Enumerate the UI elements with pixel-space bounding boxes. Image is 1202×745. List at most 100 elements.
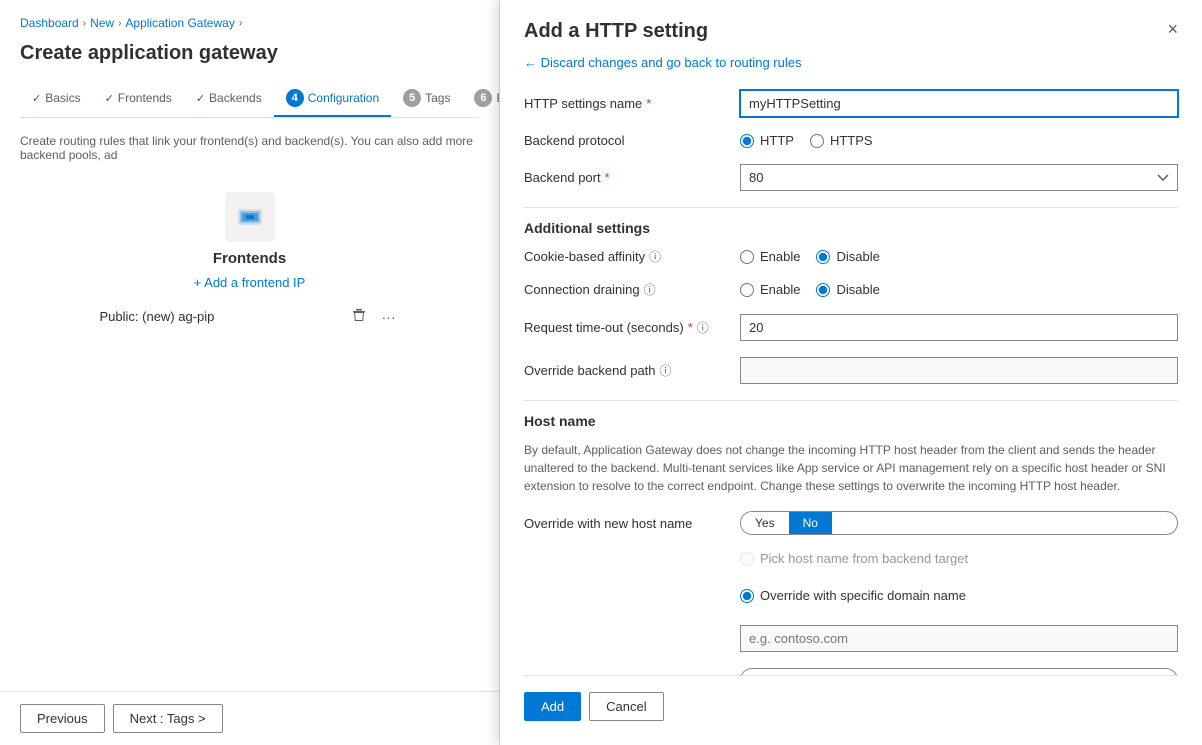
tab-basics-label: Basics xyxy=(45,91,80,105)
host-name-override-row: Pick host name from backend target Overr… xyxy=(524,551,1178,652)
frontends-icon xyxy=(225,192,275,242)
request-timeout-control xyxy=(740,314,1178,341)
cancel-http-setting-button[interactable]: Cancel xyxy=(589,692,663,721)
backend-port-label: Backend port * xyxy=(524,170,724,185)
tab-configuration-label: Configuration xyxy=(308,91,379,105)
tab-configuration[interactable]: 4 Configuration xyxy=(274,81,391,117)
request-timeout-info-icon[interactable]: ⓘ xyxy=(697,319,709,336)
cookie-affinity-info-icon[interactable]: ⓘ xyxy=(649,248,661,265)
backend-protocol-https-radio[interactable] xyxy=(810,134,824,148)
breadcrumb-sep-3: › xyxy=(239,18,242,29)
previous-button[interactable]: Previous xyxy=(20,704,105,733)
connection-draining-enable-label[interactable]: Enable xyxy=(740,282,800,297)
left-panel: Dashboard › New › Application Gateway › … xyxy=(0,0,500,745)
pick-host-name-text: Pick host name from backend target xyxy=(760,551,968,566)
override-specific-domain-radio[interactable] xyxy=(740,589,754,603)
override-host-name-toggle[interactable]: Yes No xyxy=(740,511,1178,535)
backend-protocol-https-label[interactable]: HTTPS xyxy=(810,133,873,148)
connection-draining-disable-radio[interactable] xyxy=(816,283,830,297)
cookie-affinity-disable-label[interactable]: Disable xyxy=(816,249,879,264)
override-specific-domain-label[interactable]: Override with specific domain name xyxy=(740,588,966,603)
cookie-affinity-enable-label[interactable]: Enable xyxy=(740,249,800,264)
breadcrumb-new[interactable]: New xyxy=(90,16,114,30)
page-title: Create application gateway xyxy=(20,42,479,65)
frontend-item-actions: ··· xyxy=(348,306,400,327)
override-backend-path-row: Override backend path ⓘ xyxy=(524,357,1178,384)
check-icon-frontends: ✓ xyxy=(105,92,114,105)
tab-tags-num: 5 xyxy=(403,89,421,107)
override-backend-path-input[interactable] xyxy=(740,357,1178,384)
cookie-affinity-disable-radio[interactable] xyxy=(816,250,830,264)
override-specific-domain-text: Override with specific domain name xyxy=(760,588,966,603)
tab-frontends[interactable]: ✓ Frontends xyxy=(93,83,184,115)
close-drawer-button[interactable]: × xyxy=(1167,20,1178,38)
cookie-affinity-enable-radio[interactable] xyxy=(740,250,754,264)
http-settings-name-row: HTTP settings name * xyxy=(524,90,1178,117)
cookie-based-affinity-row: Cookie-based affinity ⓘ Enable Disable xyxy=(524,248,1178,265)
http-settings-name-control xyxy=(740,90,1178,117)
connection-draining-disable-label[interactable]: Disable xyxy=(816,282,879,297)
override-host-name-control: Yes No xyxy=(740,511,1178,535)
breadcrumb-sep-2: › xyxy=(118,18,121,29)
host-name-description: By default, Application Gateway does not… xyxy=(524,441,1178,495)
cookie-affinity-radio-group: Enable Disable xyxy=(740,249,1178,264)
back-to-routing-rules-link[interactable]: ← Discard changes and go back to routing… xyxy=(524,55,1178,70)
next-tags-button[interactable]: Next : Tags > xyxy=(113,704,223,733)
backend-port-select[interactable]: 80 443 8080 xyxy=(740,164,1178,191)
frontends-section: Frontends + Add a frontend IP Public: (n… xyxy=(20,192,479,331)
more-options-button[interactable]: ··· xyxy=(378,307,400,327)
backend-protocol-http-radio[interactable] xyxy=(740,134,754,148)
backend-port-row: Backend port * 80 443 8080 xyxy=(524,164,1178,191)
cookie-affinity-disable-text: Disable xyxy=(836,249,879,264)
backend-protocol-http-label[interactable]: HTTP xyxy=(740,133,794,148)
add-frontend-ip-link[interactable]: + Add a frontend IP xyxy=(194,275,306,290)
domain-name-input[interactable] xyxy=(740,625,1178,652)
override-host-name-row: Override with new host name Yes No xyxy=(524,511,1178,535)
backend-protocol-radio-group: HTTP HTTPS xyxy=(740,133,1178,148)
check-icon-backends: ✓ xyxy=(196,92,205,105)
bottom-nav: Previous Next : Tags > xyxy=(0,691,499,745)
breadcrumb: Dashboard › New › Application Gateway › xyxy=(20,16,479,30)
required-indicator-timeout: * xyxy=(688,320,693,335)
request-timeout-row: Request time-out (seconds) * ⓘ xyxy=(524,314,1178,341)
override-host-name-no[interactable]: No xyxy=(789,512,832,534)
required-indicator-name: * xyxy=(646,96,651,111)
check-icon-basics: ✓ xyxy=(32,92,41,105)
pick-host-name-radio[interactable] xyxy=(740,552,754,566)
host-name-divider xyxy=(524,400,1178,401)
http-settings-name-input[interactable] xyxy=(740,90,1178,117)
tab-tags[interactable]: 5 Tags xyxy=(391,81,462,117)
backend-protocol-label: Backend protocol xyxy=(524,133,724,148)
backend-protocol-http-text: HTTP xyxy=(760,133,794,148)
connection-draining-enable-radio[interactable] xyxy=(740,283,754,297)
tab-basics[interactable]: ✓ Basics xyxy=(20,83,93,115)
override-host-name-label: Override with new host name xyxy=(524,516,724,531)
tab-backends[interactable]: ✓ Backends xyxy=(184,83,274,115)
pick-host-name-label[interactable]: Pick host name from backend target xyxy=(740,551,968,566)
connection-draining-info-icon[interactable]: ⓘ xyxy=(644,281,656,298)
override-backend-path-label: Override backend path ⓘ xyxy=(524,362,724,379)
tab-review[interactable]: 6 Review + xyxy=(462,81,500,117)
additional-settings-header: Additional settings xyxy=(524,220,1178,236)
add-http-setting-button[interactable]: Add xyxy=(524,692,581,721)
tab-review-num: 6 xyxy=(474,89,492,107)
frontends-section-label: Frontends xyxy=(213,250,286,267)
http-settings-name-label: HTTP settings name * xyxy=(524,96,724,111)
additional-settings-divider xyxy=(524,207,1178,208)
breadcrumb-sep-1: › xyxy=(83,18,86,29)
tab-frontends-label: Frontends xyxy=(118,91,172,105)
host-name-header: Host name xyxy=(524,413,1178,429)
frontend-item: Public: (new) ag-pip ··· xyxy=(100,302,400,331)
delete-frontend-button[interactable] xyxy=(348,306,370,327)
drawer-title: Add a HTTP setting xyxy=(524,20,708,43)
override-backend-path-info-icon[interactable]: ⓘ xyxy=(660,362,672,379)
request-timeout-input[interactable] xyxy=(740,314,1178,341)
breadcrumb-app-gateway[interactable]: Application Gateway xyxy=(125,16,234,30)
override-host-name-yes[interactable]: Yes xyxy=(741,512,789,534)
drawer-header: Add a HTTP setting × xyxy=(524,20,1178,43)
connection-draining-control: Enable Disable xyxy=(740,282,1178,297)
breadcrumb-dashboard[interactable]: Dashboard xyxy=(20,16,79,30)
required-indicator-port: * xyxy=(605,170,610,185)
frontend-item-label: Public: (new) ag-pip xyxy=(100,309,215,324)
connection-draining-enable-text: Enable xyxy=(760,282,800,297)
